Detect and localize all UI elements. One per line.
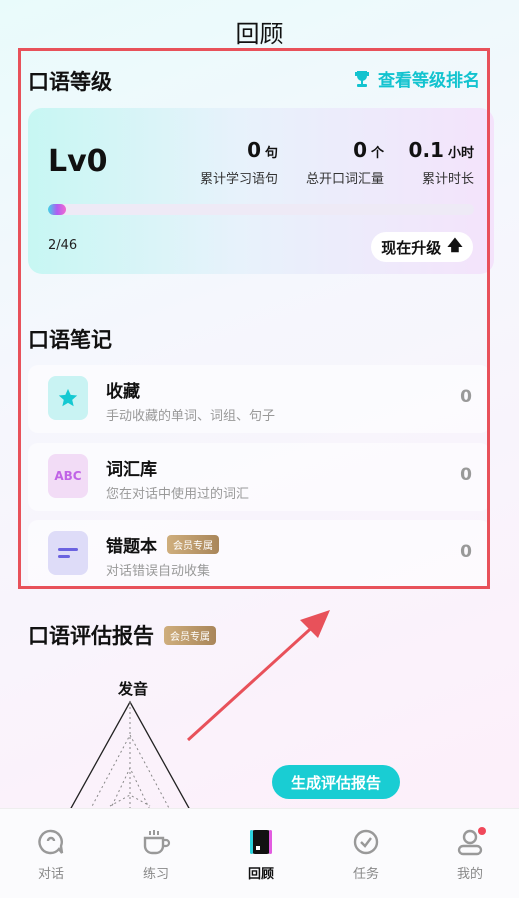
review-icon bbox=[231, 827, 291, 857]
radar-label-pronunciation: 发音 bbox=[118, 680, 149, 698]
notification-dot bbox=[478, 827, 486, 835]
nav-tab-chat[interactable]: 对话 bbox=[21, 827, 81, 882]
report-section-title: 口语评估报告 bbox=[28, 624, 154, 648]
nav-label: 任务 bbox=[352, 867, 379, 882]
chat-icon bbox=[21, 827, 81, 857]
check-circle-icon bbox=[336, 827, 396, 857]
nav-label: 对话 bbox=[37, 867, 64, 882]
cup-icon bbox=[126, 827, 186, 857]
generate-report-button[interactable]: 生成评估报告 bbox=[272, 765, 400, 799]
nav-tab-practice[interactable]: 练习 bbox=[126, 827, 186, 882]
bottom-nav: 对话 练习 回顾 任务 我的 bbox=[0, 808, 519, 898]
nav-tab-tasks[interactable]: 任务 bbox=[336, 827, 396, 882]
nav-label: 回顾 bbox=[247, 867, 274, 882]
annotation-arrow bbox=[186, 610, 330, 742]
user-icon bbox=[440, 827, 500, 857]
nav-label: 练习 bbox=[142, 867, 169, 882]
nav-tab-review[interactable]: 回顾 bbox=[231, 827, 291, 882]
nav-label: 我的 bbox=[456, 867, 483, 882]
page-title: 回顾 bbox=[235, 20, 284, 48]
annotation-highlight-box bbox=[18, 48, 490, 589]
nav-tab-profile[interactable]: 我的 bbox=[440, 827, 500, 882]
